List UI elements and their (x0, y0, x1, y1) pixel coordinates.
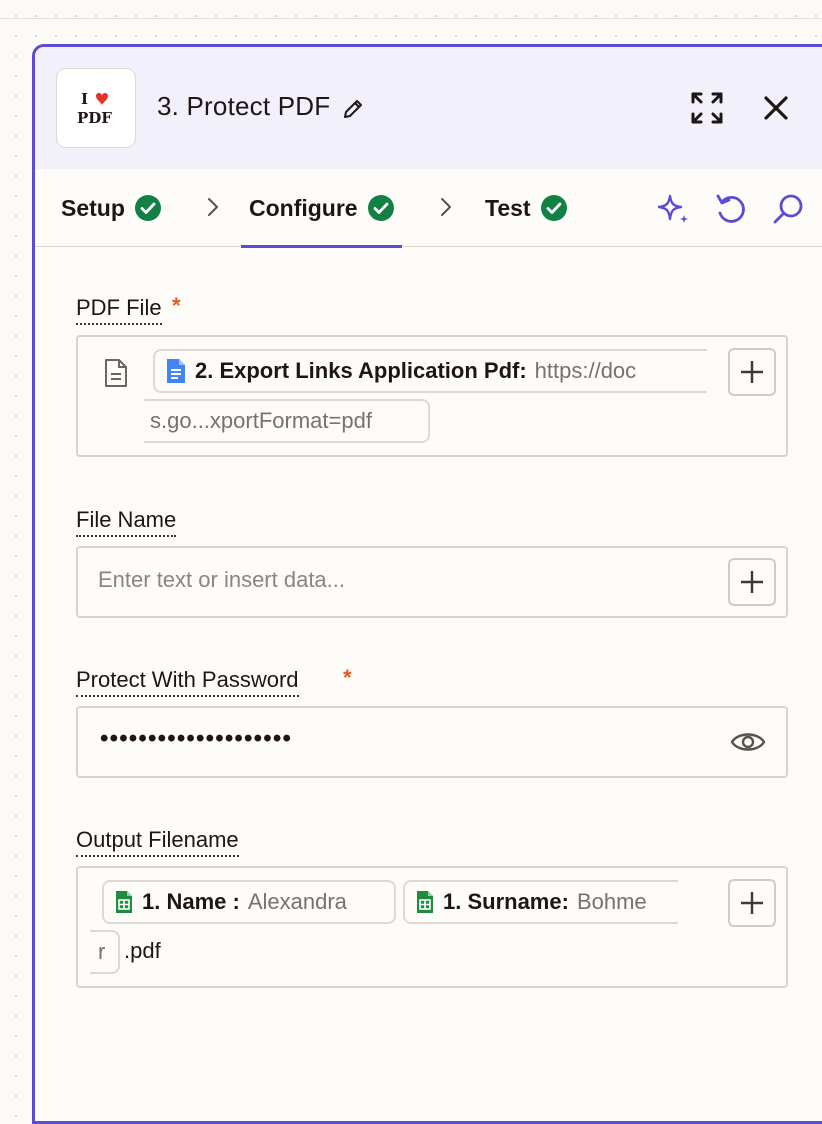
step-title-text: 3. Protect PDF (157, 91, 331, 121)
step-tabs: Setup Configure Test (35, 169, 822, 248)
tab-test[interactable]: Test (485, 169, 567, 247)
output-filename-label: Output Filename (76, 827, 239, 857)
pill-value: https://doc (534, 358, 637, 383)
file-name-placeholder: Enter text or insert data... (98, 567, 346, 592)
pdf-file-data-pill-cont[interactable]: s.go...xportFormat=pdf (144, 399, 430, 443)
logo-text-bottom: PDF (77, 109, 112, 127)
pill-key: 2. Export Links Application Pdf: (195, 358, 527, 383)
logo-text-top: I (81, 90, 88, 108)
plus-icon (741, 892, 763, 914)
check-icon (540, 195, 567, 221)
step-title: 3. Protect PDF (157, 91, 364, 122)
step-panel: I PDF 3. Protect PDF Setup Configure Tes… (32, 44, 822, 1124)
search-icon[interactable] (770, 191, 806, 227)
pill-key: 1. Name : (142, 889, 240, 914)
name-data-pill[interactable]: 1. Name : Alexandra (102, 880, 396, 924)
tab-configure-label: Configure (249, 194, 358, 221)
chevron-right-icon (208, 198, 218, 216)
insert-data-button[interactable] (728, 558, 776, 606)
sparkle-icon[interactable] (656, 191, 692, 227)
heart-icon (96, 93, 108, 105)
pdf-file-label: PDF File (76, 295, 162, 325)
required-marker: * (172, 293, 181, 318)
password-field[interactable]: •••••••••••••••••••• (76, 706, 788, 778)
eye-icon[interactable] (730, 728, 766, 756)
plus-icon (741, 361, 763, 383)
plus-icon (741, 571, 763, 593)
file-name-label: File Name (76, 507, 177, 537)
pill-value: Bohme (576, 889, 647, 914)
google-sheets-icon (116, 891, 132, 913)
surname-data-pill[interactable]: 1. Surname: Bohme (403, 880, 678, 924)
canvas-divider (0, 18, 822, 19)
close-icon[interactable] (757, 89, 795, 127)
insert-data-button[interactable] (728, 879, 776, 927)
required-marker: * (343, 665, 352, 690)
file-name-field[interactable]: Enter text or insert data... (76, 546, 788, 618)
pill-value-cont: r (98, 939, 106, 964)
ilovepdf-logo: I PDF (56, 68, 136, 148)
ilovepdf-logo-icon: I PDF (77, 90, 112, 127)
google-sheets-icon (417, 891, 433, 913)
pill-key: 1. Surname: (443, 889, 569, 914)
edit-icon[interactable] (342, 96, 364, 118)
password-masked-value: •••••••••••••••••••• (100, 725, 293, 752)
output-filename-field[interactable]: 1. Name : Alexandra 1. Surname: Bohme r … (76, 866, 788, 988)
password-label: Protect With Password (76, 667, 299, 697)
panel-header: I PDF 3. Protect PDF (35, 47, 822, 169)
tab-setup-label: Setup (61, 194, 125, 221)
document-icon (105, 359, 127, 387)
tab-configure[interactable]: Configure (241, 169, 402, 248)
output-filename-suffix: .pdf (124, 938, 161, 963)
check-icon (134, 195, 161, 221)
chevron-right-icon (441, 198, 451, 216)
pdf-file-data-pill[interactable]: 2. Export Links Application Pdf: https:/… (153, 349, 707, 393)
pill-value-cont: s.go...xportFormat=pdf (150, 408, 372, 433)
google-docs-icon (167, 359, 185, 383)
undo-icon[interactable] (713, 191, 749, 227)
insert-data-button[interactable] (728, 348, 776, 396)
expand-icon[interactable] (688, 89, 726, 127)
pdf-file-field[interactable]: 2. Export Links Application Pdf: https:/… (76, 335, 788, 457)
check-icon (367, 195, 394, 221)
surname-data-pill-cont[interactable]: r (90, 930, 120, 974)
tab-setup[interactable]: Setup (61, 169, 161, 247)
tab-test-label: Test (485, 194, 531, 221)
pill-value: Alexandra (247, 889, 347, 914)
